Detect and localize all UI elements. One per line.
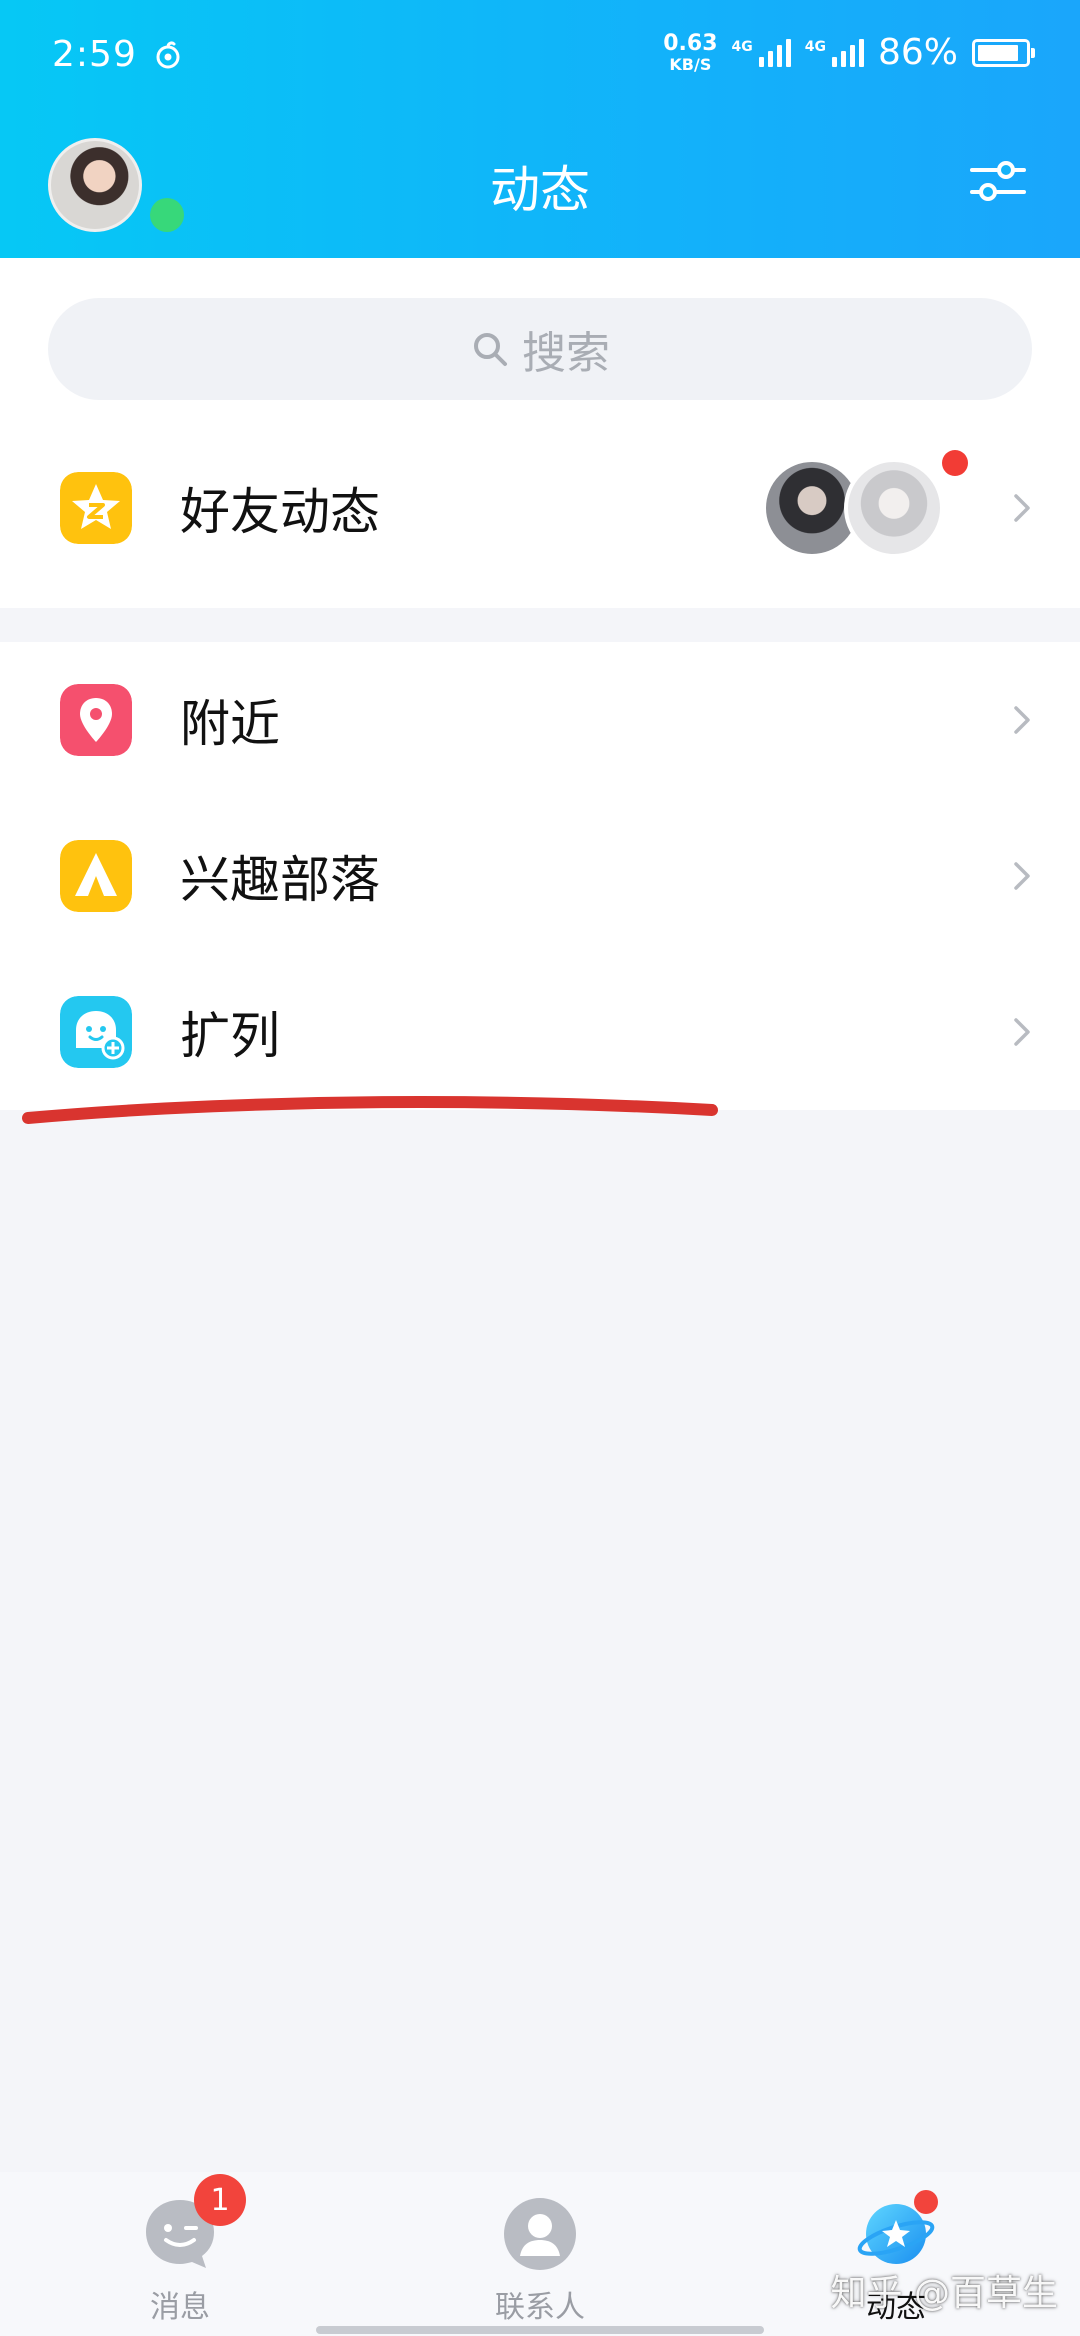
list-item-nearby[interactable]: 附近 <box>0 642 1080 798</box>
friend-avatar <box>844 458 944 558</box>
list-group-friends: 好友动态 <box>0 408 1080 608</box>
battery-fill <box>978 44 1018 61</box>
list-item-expand-friends[interactable]: 扩列 <box>0 954 1080 1110</box>
qzone-star-icon <box>60 472 132 544</box>
tab-contacts[interactable]: 联系人 <box>440 2194 640 2325</box>
chevron-right-icon <box>1014 1018 1030 1046</box>
signal-bar <box>785 38 791 67</box>
network-speed-unit: KB/S <box>669 54 712 74</box>
signal-bar <box>776 44 782 67</box>
signal-2-tag: 4G <box>804 38 826 55</box>
friend-avatar-stack <box>762 450 968 558</box>
person-icon <box>504 2198 576 2270</box>
list-item-interest-tribe[interactable]: 兴趣部落 <box>0 798 1080 954</box>
signal-strength-2: 4G <box>804 38 864 67</box>
signal-1-tag: 4G <box>731 38 753 55</box>
network-speed: 0.63 KB/S <box>663 30 718 74</box>
list-group-discover: 附近 兴趣部落 扩列 <box>0 642 1080 1110</box>
home-indicator[interactable] <box>316 2326 764 2334</box>
ghost-plus-icon <box>60 996 132 1068</box>
signal-bar <box>831 56 837 67</box>
chevron-right-icon <box>1014 862 1030 890</box>
new-update-dot <box>914 2190 938 2214</box>
tab-icon-wrap <box>856 2190 938 2274</box>
status-indicators: 0.63 KB/S 4G 4G 86% <box>663 30 1035 74</box>
app-header: 2:59 0.63 KB/S 4G 4G 86% 动态 <box>0 0 1080 258</box>
list-item-label: 兴趣部落 <box>180 851 380 909</box>
list-item-friend-moments[interactable]: 好友动态 <box>0 430 1080 586</box>
search-placeholder: 搜索 <box>522 328 610 379</box>
location-pin-icon <box>60 684 132 756</box>
list-item-label: 好友动态 <box>180 483 380 541</box>
tab-label: 消息 <box>150 2290 210 2325</box>
new-update-dot <box>942 450 968 476</box>
signal-bar <box>767 50 773 67</box>
battery-icon <box>972 38 1035 67</box>
search-area: 搜索 <box>0 258 1080 408</box>
tab-messages[interactable]: 1 消息 <box>80 2174 280 2325</box>
search-icon <box>474 333 507 366</box>
chevron-right-icon <box>1014 706 1030 734</box>
page-title: 动态 <box>490 161 590 219</box>
network-speed-value: 0.63 <box>663 30 718 56</box>
status-time-group: 2:59 <box>52 34 183 75</box>
signal-bar <box>758 56 764 67</box>
search-input[interactable]: 搜索 <box>48 298 1032 400</box>
signal-bar <box>849 44 855 67</box>
zhihu-watermark: 知乎 @百草生 <box>830 2273 1058 2314</box>
chevron-right-icon <box>1014 494 1030 522</box>
list-item-label: 附近 <box>180 695 280 753</box>
tab-icon-wrap: 1 <box>140 2174 246 2274</box>
tent-icon <box>60 840 132 912</box>
signal-bar <box>858 38 864 67</box>
signal-strength-1: 4G <box>731 38 791 67</box>
unread-badge: 1 <box>194 2174 246 2226</box>
tab-label: 联系人 <box>495 2290 585 2325</box>
red-underline-annotation <box>22 1095 718 1124</box>
status-time: 2:59 <box>52 34 137 75</box>
tab-icon-wrap <box>500 2194 580 2274</box>
list-item-label: 扩列 <box>180 1007 280 1065</box>
signal-bar <box>840 50 846 67</box>
settings-sliders-icon[interactable] <box>968 150 1028 210</box>
netease-music-icon <box>156 41 180 68</box>
battery-percent: 86% <box>877 32 958 73</box>
